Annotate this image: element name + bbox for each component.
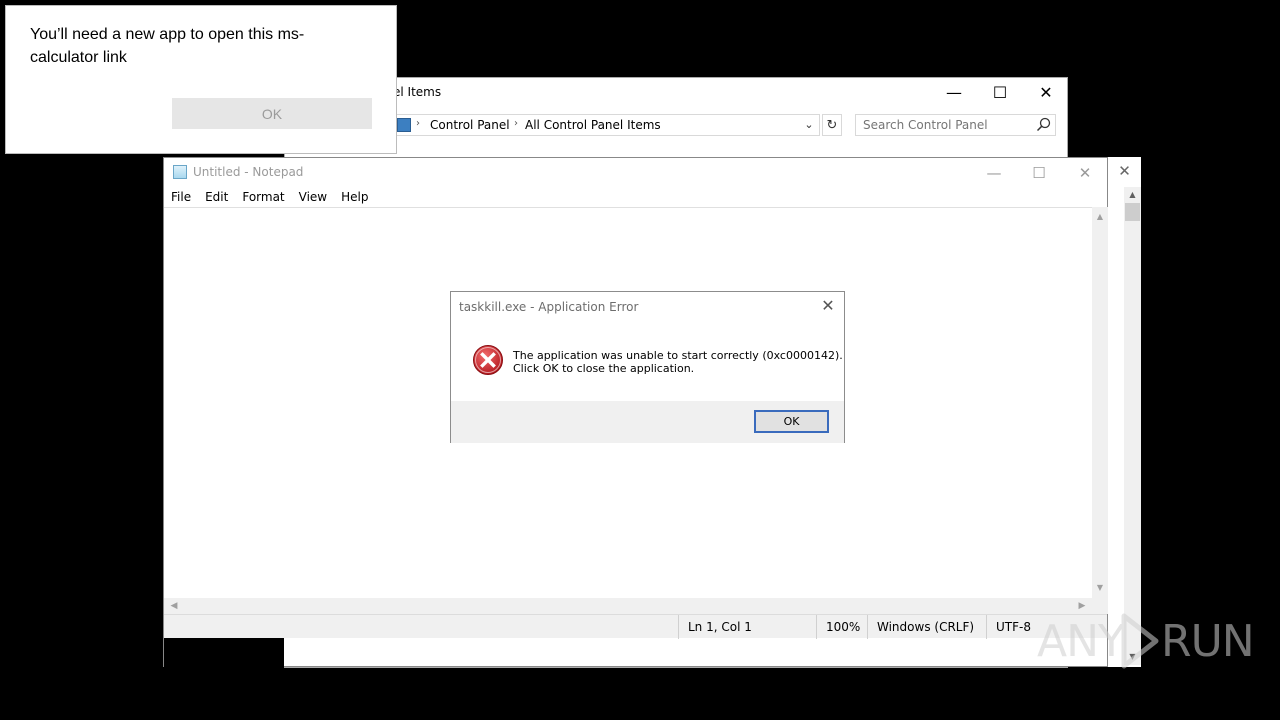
notepad-title: Untitled - Notepad	[193, 165, 304, 179]
anyrun-watermark: ANY RUN	[1037, 610, 1255, 672]
vertical-scrollbar[interactable]: ▲ ▼	[1124, 187, 1141, 665]
close-button[interactable]: ✕	[1023, 78, 1069, 107]
status-zoom: 100%	[816, 615, 867, 639]
status-position: Ln 1, Col 1	[678, 615, 816, 639]
ok-button[interactable]: OK	[754, 410, 829, 433]
dialog-title: taskkill.exe - Application Error	[459, 300, 639, 314]
scroll-up-icon[interactable]: ▲	[1124, 187, 1141, 203]
refresh-button[interactable]: ↻	[822, 114, 842, 136]
status-line-ending: Windows (CRLF)	[867, 615, 986, 639]
scroll-up-icon[interactable]: ▲	[1092, 209, 1108, 225]
watermark-run: RUN	[1161, 616, 1255, 667]
address-bar[interactable]: › Control Panel › All Control Panel Item…	[393, 114, 820, 136]
menu-help[interactable]: Help	[334, 187, 375, 206]
popup-ok-button[interactable]: OK	[172, 98, 372, 129]
error-message-line1: The application was unable to start corr…	[513, 349, 843, 362]
menu-format[interactable]: Format	[235, 187, 291, 206]
error-message: The application was unable to start corr…	[513, 349, 843, 375]
menu-file[interactable]: File	[164, 187, 198, 206]
search-input[interactable]	[855, 114, 1056, 136]
application-error-dialog: taskkill.exe - Application Error ✕ The a…	[450, 291, 845, 443]
popup-message: You’ll need a new app to open this ms-ca…	[30, 26, 305, 66]
minimize-button[interactable]: —	[971, 158, 1017, 187]
status-bar: Ln 1, Col 1 100% Windows (CRLF) UTF-8	[164, 614, 1107, 639]
search-icon[interactable]	[1035, 116, 1053, 134]
maximize-button[interactable]: ☐	[1016, 158, 1062, 187]
control-panel-title: el Items	[393, 85, 442, 99]
taskbar-gap	[164, 638, 284, 667]
watermark-any: ANY	[1037, 616, 1125, 667]
open-with-popup: You’ll need a new app to open this ms-ca…	[5, 5, 397, 154]
breadcrumb-chevron-icon: ›	[514, 118, 518, 129]
minimize-button[interactable]: —	[931, 78, 977, 107]
dialog-footer: OK	[451, 401, 844, 443]
horizontal-scrollbar[interactable]: ◀ ▶	[164, 598, 1092, 614]
control-panel-titlebar[interactable]: el Items — ☐ ✕	[285, 78, 1067, 107]
menu-edit[interactable]: Edit	[198, 187, 235, 206]
refresh-icon: ↻	[826, 117, 838, 133]
play-logo-icon	[1121, 613, 1159, 669]
breadcrumb-chevron-icon: ›	[416, 118, 420, 129]
close-icon[interactable]: ✕	[1108, 157, 1141, 185]
menu-view[interactable]: View	[292, 187, 334, 206]
error-message-line2: Click OK to close the application.	[513, 362, 695, 375]
scroll-thumb[interactable]	[1125, 203, 1140, 221]
scroll-left-icon[interactable]: ◀	[166, 598, 182, 614]
close-icon[interactable]: ✕	[818, 296, 838, 316]
background-window-edge: ✕ ▲ ▼	[1107, 157, 1141, 667]
scroll-down-icon[interactable]: ▼	[1092, 580, 1108, 596]
maximize-button[interactable]: ☐	[977, 78, 1023, 107]
control-panel-icon	[397, 118, 411, 132]
notepad-icon	[173, 165, 187, 179]
error-icon	[473, 345, 503, 375]
notepad-titlebar[interactable]: Untitled - Notepad — ☐ ✕	[164, 158, 1107, 187]
close-button[interactable]: ✕	[1062, 158, 1108, 187]
chevron-down-icon[interactable]: ⌄	[801, 117, 817, 133]
menu-bar: File Edit Format View Help	[164, 187, 1107, 206]
vertical-scrollbar[interactable]: ▲ ▼	[1092, 207, 1108, 598]
breadcrumb-all-items[interactable]: All Control Panel Items	[525, 118, 661, 132]
breadcrumb-control-panel[interactable]: Control Panel	[430, 118, 510, 132]
